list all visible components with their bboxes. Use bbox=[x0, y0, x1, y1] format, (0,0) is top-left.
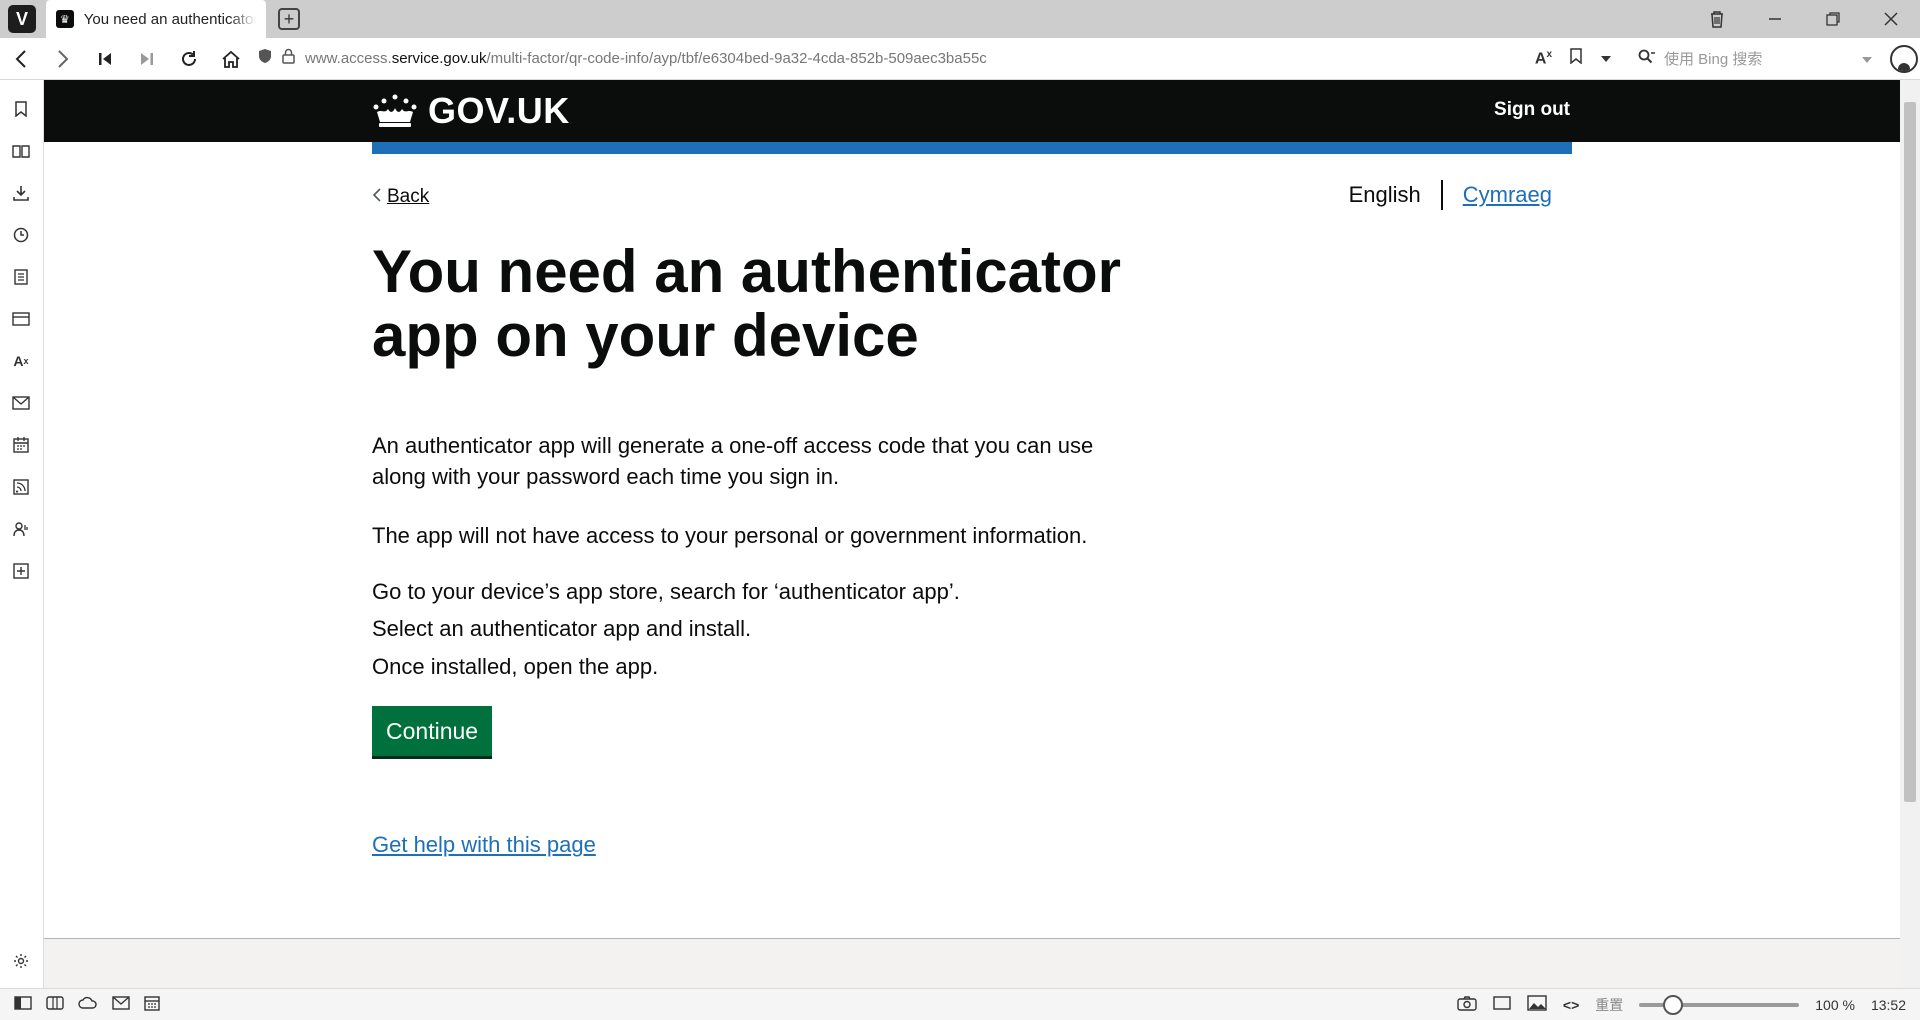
url-path: /multi-factor/qr-code-info/ayp/tbf/e6304… bbox=[486, 50, 987, 67]
back-link-label: Back bbox=[387, 186, 430, 207]
url-text: www.access.service.gov.uk/multi-factor/q… bbox=[305, 50, 987, 67]
capture-icon[interactable] bbox=[1457, 995, 1477, 1014]
reading-list-icon[interactable] bbox=[10, 140, 32, 162]
fast-forward-icon[interactable] bbox=[126, 38, 168, 80]
clock: 13:52 bbox=[1870, 996, 1906, 1013]
zoom-slider[interactable] bbox=[1639, 994, 1800, 1015]
forward-nav-icon[interactable] bbox=[42, 38, 84, 80]
tab-bar: V ♛ You need an authenticator app on you… bbox=[0, 0, 1920, 38]
restore-button[interactable] bbox=[1804, 0, 1862, 38]
govuk-favicon-icon: ♛ bbox=[56, 10, 74, 28]
shield-icon[interactable] bbox=[258, 48, 272, 69]
profile-icon[interactable] bbox=[1890, 44, 1918, 73]
search-dropdown-icon[interactable] bbox=[1862, 50, 1872, 67]
step-3: Once installed, open the app. bbox=[372, 654, 659, 679]
chevron-down-icon[interactable] bbox=[1600, 50, 1612, 68]
history-icon[interactable] bbox=[10, 224, 32, 246]
new-tab-button[interactable]: + bbox=[278, 8, 300, 30]
zoom-reset-label[interactable]: 重置 bbox=[1595, 995, 1623, 1015]
minimize-button[interactable] bbox=[1746, 0, 1804, 38]
sync-cloud-icon[interactable] bbox=[78, 996, 98, 1014]
mail-status-icon[interactable] bbox=[112, 995, 130, 1014]
search-icon bbox=[1638, 49, 1656, 69]
url-host: service.gov.uk bbox=[391, 50, 487, 67]
page-viewport: GOV.UK Sign out Back English Cymraeg You… bbox=[44, 80, 1900, 988]
header-blue-bar bbox=[372, 142, 1572, 154]
translate-panel-icon[interactable]: Ax bbox=[10, 350, 32, 372]
mail-icon[interactable] bbox=[10, 392, 32, 414]
back-nav-icon[interactable] bbox=[0, 38, 42, 80]
add-panel-icon[interactable] bbox=[10, 560, 32, 582]
page-actions-icon[interactable]: <> bbox=[1563, 997, 1579, 1013]
panel-toggle-icon[interactable] bbox=[14, 995, 32, 1014]
vertical-scrollbar[interactable] bbox=[1900, 80, 1920, 988]
zoom-level: 100 % bbox=[1815, 996, 1855, 1013]
feeds-icon[interactable] bbox=[10, 476, 32, 498]
images-toggle-icon[interactable] bbox=[1527, 995, 1547, 1014]
home-icon[interactable] bbox=[210, 38, 252, 80]
settings-icon[interactable] bbox=[10, 950, 32, 972]
tab-title: You need an authenticator app on your de… bbox=[83, 10, 256, 28]
translate-icon[interactable]: Ax bbox=[1535, 49, 1552, 68]
status-left bbox=[0, 995, 160, 1015]
active-tab[interactable]: ♛ You need an authenticator app on your … bbox=[46, 0, 266, 38]
close-window-button[interactable] bbox=[1862, 0, 1920, 38]
lock-icon[interactable] bbox=[282, 48, 295, 69]
govuk-header: GOV.UK Sign out bbox=[44, 80, 1900, 142]
footer bbox=[44, 938, 1900, 988]
downloads-icon[interactable] bbox=[10, 182, 32, 204]
trash-icon[interactable] bbox=[1688, 0, 1746, 38]
url-actions: Ax bbox=[1535, 48, 1622, 69]
window-toggle-icon[interactable] bbox=[1493, 996, 1511, 1013]
language-switcher: English Cymraeg bbox=[1349, 180, 1552, 210]
intro-paragraph: An authenticator app will generate a one… bbox=[372, 433, 1094, 489]
calendar-status-icon[interactable] bbox=[144, 995, 160, 1015]
continue-button[interactable]: Continue bbox=[372, 706, 493, 756]
window-controls bbox=[1688, 0, 1920, 38]
contacts-icon[interactable] bbox=[10, 518, 32, 540]
page-title: You need an authenticator app on your de… bbox=[372, 238, 1121, 369]
lang-english: English bbox=[1348, 182, 1421, 207]
lang-cymraeg-link[interactable]: Cymraeg bbox=[1443, 182, 1552, 208]
step-2: Select an authenticator app and install. bbox=[372, 616, 752, 641]
notes-icon[interactable] bbox=[10, 266, 32, 288]
calendar-icon[interactable] bbox=[10, 434, 32, 456]
url-prefix: www.access. bbox=[305, 50, 392, 67]
vivaldi-menu-icon[interactable]: V bbox=[8, 5, 36, 33]
tab-tiling-icon[interactable] bbox=[46, 995, 64, 1014]
bookmark-icon[interactable] bbox=[1570, 48, 1582, 69]
rewind-icon[interactable] bbox=[84, 38, 126, 80]
search-engine-field[interactable]: 使用 Bing 搜索 bbox=[1630, 44, 1880, 74]
status-right: <> 重置 100 % 13:52 bbox=[1457, 994, 1920, 1015]
get-help-link[interactable]: Get help with this page bbox=[372, 832, 596, 858]
sign-out-link[interactable]: Sign out bbox=[1494, 99, 1570, 121]
privacy-paragraph: The app will not have access to your per… bbox=[372, 523, 1088, 548]
address-bar-row: www.access.service.gov.uk/multi-factor/q… bbox=[0, 38, 1920, 80]
window-panel-icon[interactable] bbox=[10, 308, 32, 330]
crown-icon bbox=[373, 94, 417, 127]
side-panel: Ax bbox=[0, 80, 44, 988]
scrollbar-thumb[interactable] bbox=[1904, 102, 1916, 802]
govuk-logo-link[interactable]: GOV.UK bbox=[372, 90, 570, 132]
chevron-left-icon bbox=[372, 187, 381, 207]
reload-icon[interactable] bbox=[168, 38, 210, 80]
govuk-logo-text: GOV.UK bbox=[428, 90, 570, 131]
back-link[interactable]: Back bbox=[372, 186, 429, 208]
status-bar: <> 重置 100 % 13:52 bbox=[0, 988, 1920, 1020]
search-placeholder: 使用 Bing 搜索 bbox=[1664, 51, 1763, 68]
url-field[interactable]: www.access.service.gov.uk/multi-factor/q… bbox=[252, 44, 1622, 74]
step-1: Go to your device’s app store, search fo… bbox=[372, 579, 960, 604]
zoom-slider-knob[interactable] bbox=[1663, 994, 1684, 1015]
bookmark-panel-icon[interactable] bbox=[10, 98, 32, 120]
